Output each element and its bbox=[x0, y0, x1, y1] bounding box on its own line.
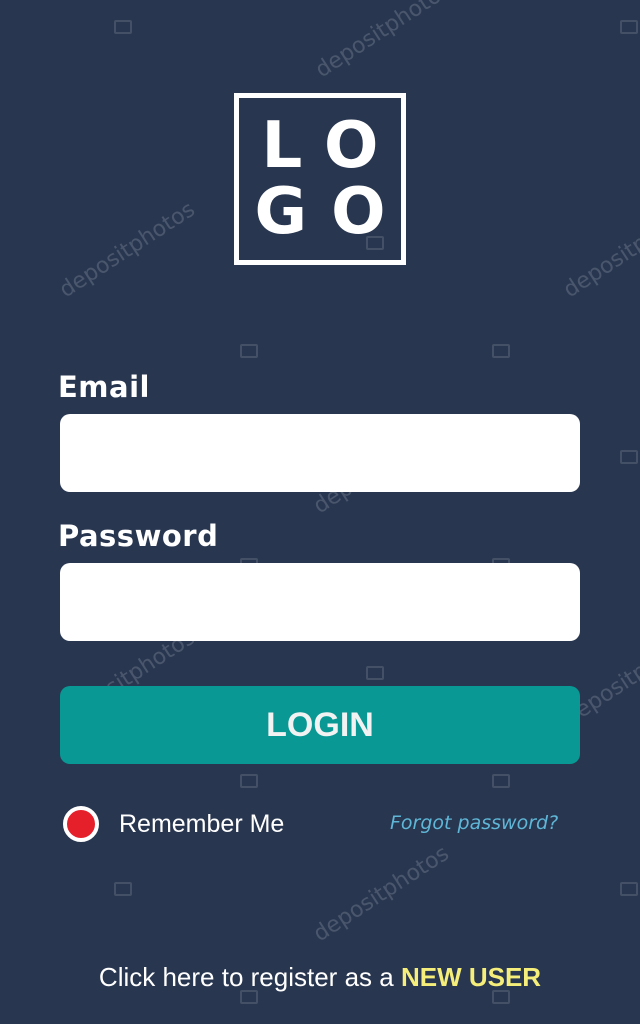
camera-icon bbox=[620, 882, 638, 896]
camera-icon bbox=[240, 774, 258, 788]
logo-text-top: LO bbox=[261, 109, 403, 183]
password-label: Password bbox=[58, 519, 219, 553]
camera-icon bbox=[492, 774, 510, 788]
remember-me-radio[interactable] bbox=[63, 806, 99, 842]
camera-icon bbox=[366, 666, 384, 680]
camera-icon bbox=[114, 20, 132, 34]
logo: LO GO bbox=[234, 93, 406, 265]
register-prompt: Click here to register as a NEW USER bbox=[0, 962, 640, 993]
login-button[interactable]: LOGIN bbox=[60, 686, 580, 764]
login-screen: depositphotos depositphotos depositphoto… bbox=[0, 0, 640, 1024]
remember-me-label: Remember Me bbox=[119, 809, 285, 838]
camera-icon bbox=[620, 450, 638, 464]
camera-icon bbox=[114, 882, 132, 896]
remember-me-toggle[interactable]: Remember Me bbox=[63, 806, 284, 842]
email-field[interactable] bbox=[60, 414, 580, 492]
camera-icon bbox=[492, 344, 510, 358]
watermark: depositphotos bbox=[311, 0, 456, 83]
watermark: depositphotos bbox=[559, 197, 640, 303]
register-prompt-text: Click here to register as a bbox=[98, 962, 394, 992]
camera-icon bbox=[620, 20, 638, 34]
watermark: depositphotos bbox=[309, 841, 454, 947]
email-label: Email bbox=[58, 370, 150, 404]
camera-icon bbox=[240, 344, 258, 358]
forgot-password-link[interactable]: Forgot password? bbox=[390, 812, 558, 834]
logo-text-bottom: GO bbox=[254, 175, 410, 249]
watermark: depositphotos bbox=[55, 197, 200, 303]
password-field[interactable] bbox=[60, 563, 580, 641]
new-user-link[interactable]: NEW USER bbox=[401, 962, 541, 992]
